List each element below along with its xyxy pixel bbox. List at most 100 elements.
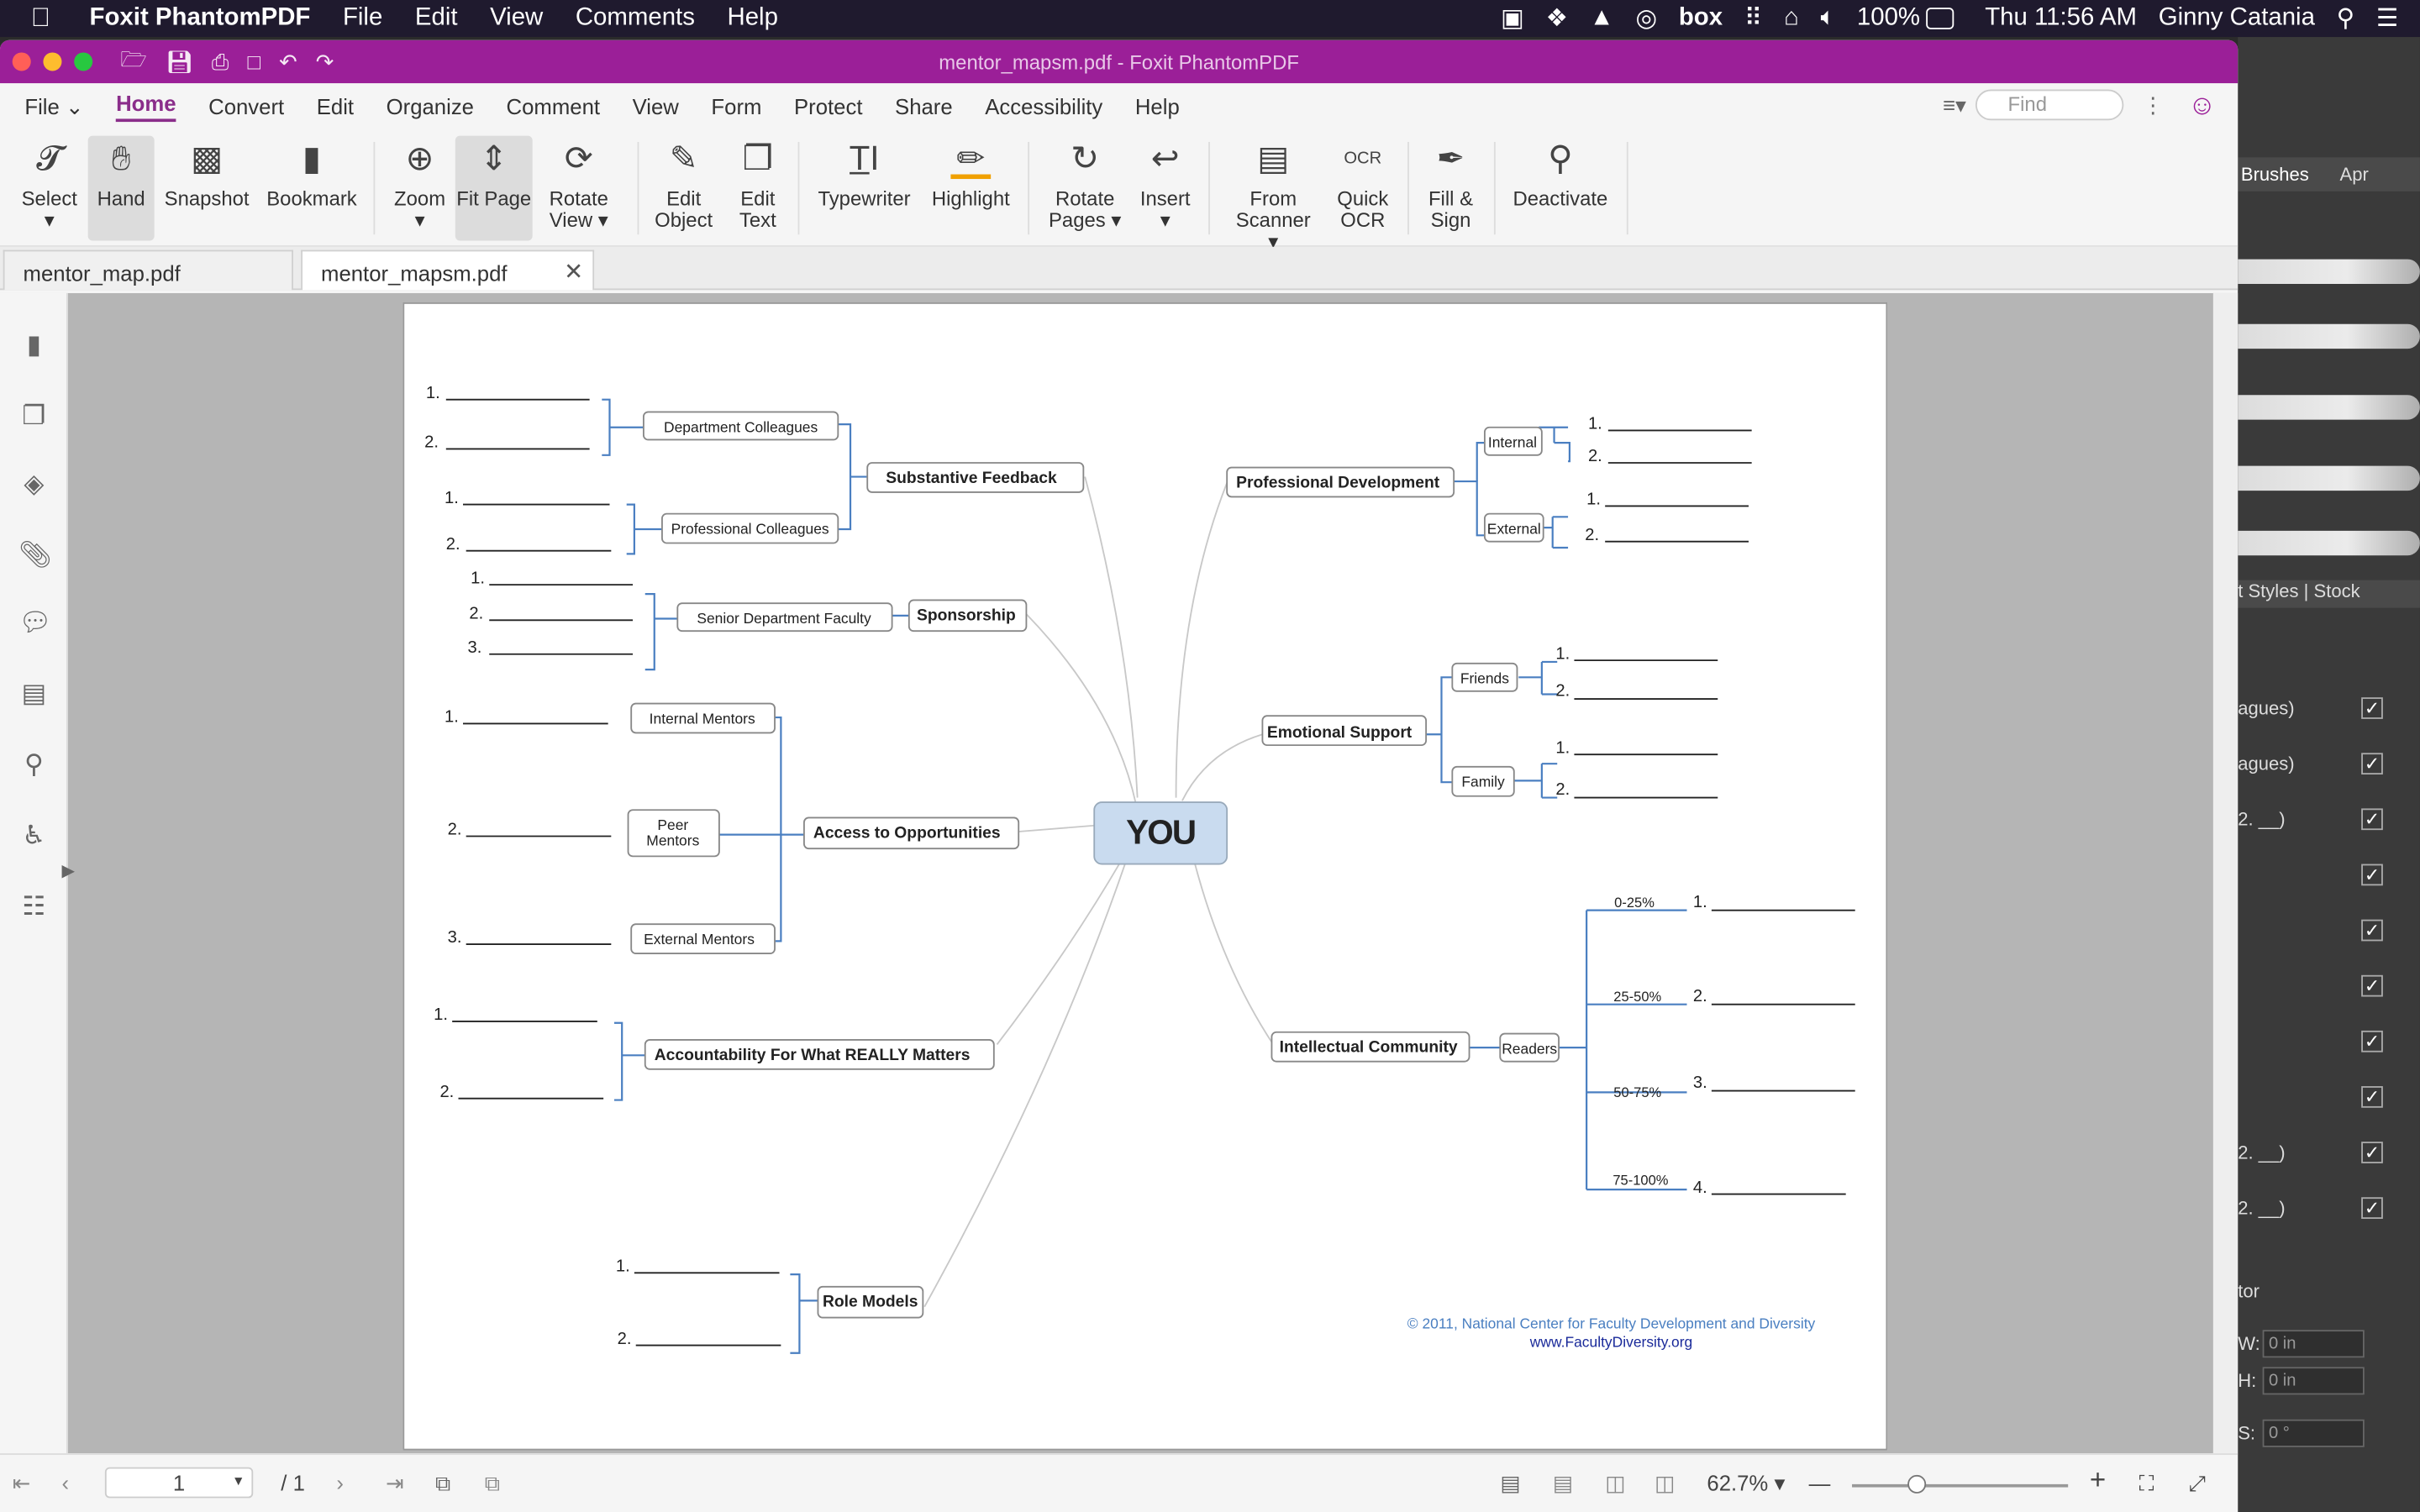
tab-organize[interactable]: Organize bbox=[387, 94, 474, 118]
clock[interactable]: Thu 11:56 AM bbox=[1985, 5, 2137, 33]
layer-checkbox[interactable]: ✓ bbox=[2361, 919, 2383, 942]
user-name[interactable]: Ginny Catania bbox=[2159, 5, 2315, 33]
menu-view[interactable]: View bbox=[490, 5, 543, 33]
highlight-button[interactable]: ✏ Highlight bbox=[926, 136, 1016, 241]
apple-icon[interactable]:  bbox=[31, 3, 62, 34]
notification-icon[interactable]: ▲ bbox=[1590, 5, 1614, 33]
insert-button[interactable]: ↩ Insert ▾ bbox=[1133, 136, 1197, 241]
form-panel-icon[interactable]: ☷ bbox=[18, 892, 50, 923]
brush-preview[interactable] bbox=[2238, 530, 2420, 556]
brush-preview[interactable] bbox=[2238, 323, 2420, 349]
continuous-facing-icon[interactable]: ◫ bbox=[1655, 1470, 1675, 1496]
search-options-icon[interactable]: ≡▾ bbox=[1943, 92, 1966, 118]
fullscreen-icon[interactable]: ⤢ bbox=[2188, 1470, 2206, 1496]
comments-panel-icon[interactable]: 💬︎ bbox=[18, 608, 52, 639]
camera-icon[interactable]: ▣ bbox=[1501, 3, 1524, 34]
snapshot-button[interactable]: ▩ Snapshot bbox=[160, 136, 253, 241]
doc-tab-mentor-mapsm[interactable]: mentor_mapsm.pdf ✕ bbox=[301, 249, 595, 291]
apr-tab[interactable]: Apr bbox=[2339, 164, 2368, 186]
stock-tab[interactable]: Stock bbox=[2314, 580, 2360, 602]
fit-width-icon[interactable]: ⛶ bbox=[2139, 1470, 2154, 1496]
menu-help[interactable]: Help bbox=[727, 5, 777, 33]
s-field[interactable]: 0 ° bbox=[2262, 1419, 2365, 1447]
location-icon[interactable]: ⚲ bbox=[18, 750, 50, 781]
search-input[interactable]: Find bbox=[1975, 89, 2124, 121]
layer-checkbox[interactable]: ✓ bbox=[2361, 864, 2383, 886]
brush-preview[interactable] bbox=[2238, 395, 2420, 420]
layer-checkbox[interactable]: ✓ bbox=[2361, 753, 2383, 775]
website-link[interactable]: www.FacultyDiversity.org bbox=[1529, 1333, 1692, 1350]
tab-protect[interactable]: Protect bbox=[794, 94, 862, 118]
brush-preview[interactable] bbox=[2238, 465, 2420, 491]
spotlight-icon[interactable]: ⚲ bbox=[2337, 3, 2355, 34]
tab-accessibility[interactable]: Accessibility bbox=[985, 94, 1102, 118]
previous-view-icon[interactable]: ⧉ bbox=[435, 1470, 450, 1496]
deactivate-button[interactable]: ⚲ Deactivate bbox=[1507, 136, 1615, 241]
layer-checkbox[interactable]: ✓ bbox=[2361, 1030, 2383, 1053]
tab-help[interactable]: Help bbox=[1135, 94, 1180, 118]
rotate-view-button[interactable]: ⟳ Rotate View ▾ bbox=[540, 136, 618, 241]
vertical-scrollbar[interactable] bbox=[2212, 292, 2238, 1454]
single-page-icon[interactable]: ▤ bbox=[1500, 1470, 1520, 1496]
dropbox-icon[interactable]: ❖ bbox=[1546, 3, 1568, 34]
tab-comment[interactable]: Comment bbox=[507, 94, 600, 118]
pdf-page[interactable]: 1. 2. 1. 2. 1. 2. 3. 1. 2. 3. 1. 2. 1. 2… bbox=[402, 302, 1888, 1451]
zoom-slider[interactable] bbox=[1852, 1483, 2069, 1488]
quick-ocr-button[interactable]: OCR Quick OCR bbox=[1328, 136, 1398, 241]
hand-button[interactable]: ✋︎ Hand bbox=[87, 135, 155, 241]
page-number-input[interactable]: 1 ▾ bbox=[104, 1467, 254, 1499]
select-button[interactable]: 𝓣 Select ▾ bbox=[15, 136, 83, 241]
zoom-slider-thumb[interactable] bbox=[1907, 1474, 1927, 1494]
brush-preview[interactable] bbox=[2238, 259, 2420, 284]
more-options-icon[interactable]: ⋮ bbox=[2142, 92, 2164, 118]
wifi-icon[interactable]: ⌂ bbox=[1784, 5, 1799, 33]
tab-view[interactable]: View bbox=[633, 94, 679, 118]
menu-edit[interactable]: Edit bbox=[415, 5, 458, 33]
menu-comments[interactable]: Comments bbox=[576, 5, 695, 33]
fit-page-button[interactable]: ⇕ Fit Page bbox=[455, 135, 533, 241]
tab-form[interactable]: Form bbox=[711, 94, 761, 118]
rotate-pages-button[interactable]: ↻ Rotate Pages ▾ bbox=[1044, 136, 1127, 241]
volume-icon[interactable]: 🔈︎ bbox=[1821, 5, 1836, 33]
zoom-out-icon[interactable]: — bbox=[1809, 1470, 1831, 1494]
pages-panel-icon[interactable]: ❐ bbox=[18, 402, 50, 433]
tab-file[interactable]: File ⌄ bbox=[24, 93, 83, 119]
bookmarks-panel-icon[interactable]: ▮ bbox=[18, 330, 50, 361]
layers-panel-icon[interactable]: ◈ bbox=[18, 469, 50, 500]
layer-checkbox[interactable]: ✓ bbox=[2361, 974, 2383, 997]
tab-home[interactable]: Home bbox=[116, 91, 176, 123]
battery-icon[interactable] bbox=[1926, 8, 1954, 29]
zoom-button[interactable]: ⊕ Zoom ▾ bbox=[389, 136, 450, 241]
document-properties-icon[interactable]: ▤ bbox=[18, 679, 50, 710]
brushes-tab[interactable]: Brushes bbox=[2241, 164, 2309, 186]
facing-page-icon[interactable]: ◫ bbox=[1605, 1470, 1625, 1496]
layer-checkbox[interactable]: ✓ bbox=[2361, 1197, 2383, 1219]
tab-share[interactable]: Share bbox=[895, 94, 953, 118]
menu-app-name[interactable]: Foxit PhantomPDF bbox=[90, 5, 311, 33]
bookmark-button[interactable]: ▮ Bookmark bbox=[262, 136, 361, 241]
zoom-level[interactable]: 62.7% ▾ bbox=[1707, 1470, 1785, 1496]
layer-checkbox[interactable]: ✓ bbox=[2361, 1086, 2383, 1108]
layer-checkbox[interactable]: ✓ bbox=[2361, 1142, 2383, 1163]
layer-checkbox[interactable]: ✓ bbox=[2361, 697, 2383, 719]
close-tab-icon[interactable]: ✕ bbox=[564, 258, 583, 286]
doc-tab-mentor-map[interactable]: mentor_map.pdf bbox=[3, 249, 293, 291]
next-view-icon[interactable]: ⧉ bbox=[485, 1470, 500, 1496]
last-page-icon[interactable]: ⇥ bbox=[386, 1470, 404, 1496]
first-page-icon[interactable]: ⇤ bbox=[13, 1470, 31, 1496]
accessibility-panel-icon[interactable]: ♿ bbox=[18, 821, 50, 852]
w-field[interactable]: 0 in bbox=[2262, 1330, 2365, 1358]
box-icon[interactable]: box bbox=[1679, 5, 1723, 33]
fill-sign-button[interactable]: ✒ Fill & Sign bbox=[1417, 136, 1485, 241]
from-scanner-button[interactable]: ▤ From Scanner ▾ bbox=[1228, 136, 1318, 252]
radar-icon[interactable]: ◎ bbox=[1635, 3, 1657, 34]
h-field[interactable]: 0 in bbox=[2262, 1367, 2365, 1395]
tab-convert[interactable]: Convert bbox=[208, 94, 284, 118]
grid-icon[interactable]: ⠿ bbox=[1744, 3, 1763, 34]
tab-edit[interactable]: Edit bbox=[317, 94, 354, 118]
control-center-icon[interactable]: ☰ bbox=[2376, 3, 2398, 34]
layer-checkbox[interactable]: ✓ bbox=[2361, 808, 2383, 831]
typewriter-button[interactable]: T̲I Typewriter bbox=[812, 136, 917, 241]
styles-tab[interactable]: t Styles bbox=[2238, 580, 2298, 602]
edit-text-button[interactable]: ❐ Edit Text bbox=[725, 136, 790, 241]
